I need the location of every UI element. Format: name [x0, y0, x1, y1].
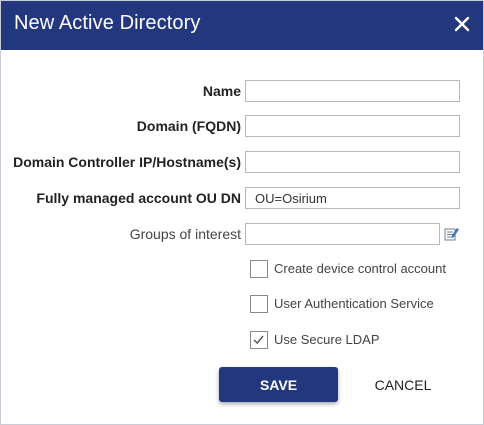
secure-ldap-checkbox[interactable] [250, 331, 268, 349]
name-label: Name [202, 83, 241, 99]
secure-ldap-label: Use Secure LDAP [274, 332, 380, 347]
close-icon[interactable] [451, 13, 473, 35]
save-button[interactable]: SAVE [219, 367, 338, 402]
domain-row: Domain (FQDN) [1, 115, 484, 139]
controller-label: Domain Controller IP/Hostname(s) [13, 154, 241, 170]
groups-input[interactable] [245, 223, 440, 245]
create-device-control-checkbox[interactable] [250, 260, 268, 278]
groups-label: Groups of interest [129, 226, 241, 242]
domain-label: Domain (FQDN) [136, 118, 241, 134]
cancel-button[interactable]: CANCEL [363, 367, 443, 402]
user-auth-service-label: User Authentication Service [274, 296, 434, 311]
domain-input[interactable] [245, 115, 460, 137]
name-input[interactable] [245, 80, 460, 102]
groups-row: Groups of interest [1, 223, 484, 247]
dialog-header: New Active Directory [1, 1, 483, 50]
name-row: Name [1, 80, 484, 104]
new-active-directory-dialog: New Active Directory Name Domain (FQDN) … [0, 0, 484, 425]
controller-row: Domain Controller IP/Hostname(s) [1, 151, 484, 175]
create-device-control-label: Create device control account [274, 261, 446, 276]
ou-dn-input[interactable] [245, 187, 460, 209]
ou-dn-label: Fully managed account OU DN [36, 190, 241, 206]
dialog-title: New Active Directory [14, 12, 201, 34]
checkmark-icon [253, 335, 264, 345]
user-auth-service-checkbox[interactable] [250, 295, 268, 313]
controller-input[interactable] [245, 151, 460, 173]
ou-dn-row: Fully managed account OU DN [1, 187, 484, 211]
note-edit-icon[interactable] [444, 226, 459, 242]
